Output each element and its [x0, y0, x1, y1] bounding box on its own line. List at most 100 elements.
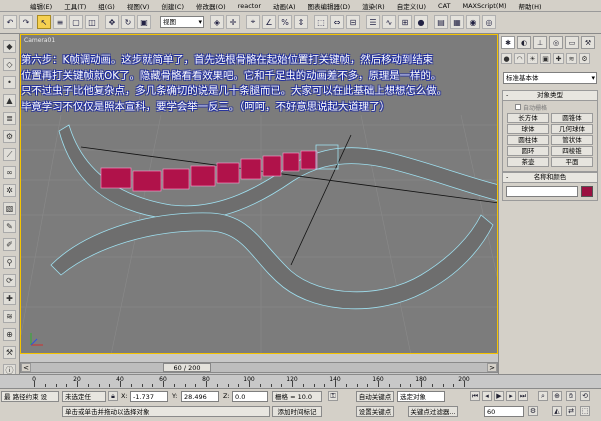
poly-tool-icon[interactable]: ◆ [3, 40, 16, 53]
schematic-view-icon[interactable]: ⊞ [398, 15, 412, 29]
render-frame-icon[interactable]: ▦ [450, 15, 464, 29]
edge-tool-icon[interactable]: ◇ [3, 58, 16, 71]
walkthrough-icon[interactable]: ⇄ [566, 406, 576, 416]
chain-tool-icon[interactable]: ∞ [3, 166, 16, 179]
x-coord-field[interactable]: -1.737 [130, 391, 168, 402]
snap-toggle-icon[interactable]: ⌖ [246, 15, 260, 29]
render-setup-icon[interactable]: ▤ [434, 15, 448, 29]
menu-customize[interactable]: 自定义(U) [397, 1, 426, 11]
menu-create[interactable]: 创建(C) [161, 1, 184, 11]
layer-tool-icon[interactable]: ≣ [3, 112, 16, 125]
time-config-icon[interactable]: ⚙ [528, 406, 538, 416]
redo-icon[interactable]: ↷ [19, 15, 33, 29]
object-name-input[interactable] [506, 186, 578, 197]
maximize-viewport-icon[interactable]: ⬚ [580, 406, 590, 416]
menu-maxscript[interactable]: MAXScript(M) [463, 2, 507, 10]
space-warps-icon[interactable]: ≋ [566, 53, 577, 64]
selected-objects-dropdown[interactable]: 选定对象 [397, 391, 445, 402]
system-icon[interactable]: ⊕ [3, 328, 16, 341]
undo-icon[interactable]: ↶ [3, 15, 17, 29]
cameras-icon[interactable]: ▣ [540, 53, 551, 64]
field-of-view-icon[interactable]: ◭ [552, 406, 562, 416]
menu-cat[interactable]: CAT [438, 2, 450, 10]
menu-animation[interactable]: 动画(A) [273, 1, 296, 11]
current-frame-field[interactable]: 60 [484, 406, 524, 417]
orbit-icon[interactable]: ⟲ [580, 391, 590, 401]
name-color-header[interactable]: - 名称和颜色 [503, 173, 597, 183]
menu-tools[interactable]: 工具(T) [64, 1, 86, 11]
select-manipulate-icon[interactable]: ✛ [226, 15, 240, 29]
curve-editor-icon[interactable]: ∿ [382, 15, 396, 29]
render-last-icon[interactable]: ◎ [482, 15, 496, 29]
hierarchy-tab-icon[interactable]: ⊥ [533, 36, 547, 49]
geometry-icon[interactable]: ● [501, 53, 512, 64]
sphere-button[interactable]: 球体 [507, 124, 549, 134]
go-to-end-icon[interactable]: ⏭ [518, 391, 528, 401]
next-frame-icon[interactable]: ▸ [506, 391, 516, 401]
hierarchy-icon[interactable]: ⚲ [3, 256, 16, 269]
display-tab-icon[interactable]: ▭ [565, 36, 579, 49]
helper-icon[interactable]: ✚ [3, 292, 16, 305]
brush-icon[interactable]: ✎ [3, 220, 16, 233]
motion-tab-icon[interactable]: ◎ [549, 36, 563, 49]
box-button[interactable]: 长方体 [507, 113, 549, 123]
create-tab-icon[interactable]: ✱ [501, 36, 515, 49]
helpers-icon[interactable]: ✚ [553, 53, 564, 64]
menu-reactor[interactable]: reactor [238, 2, 261, 10]
gear-icon[interactable]: ⚙ [3, 130, 16, 143]
pyramid-button[interactable]: 四棱锥 [551, 146, 593, 156]
geosphere-button[interactable]: 几何球体 [551, 124, 593, 134]
settings-icon[interactable]: ✲ [3, 184, 16, 197]
auto-key-button[interactable]: 自动关键点 [356, 391, 394, 402]
vertex-tool-icon[interactable]: • [3, 76, 16, 89]
add-time-tag-button[interactable]: 添加时间标记 [272, 406, 322, 417]
plane-button[interactable]: 平面 [551, 157, 593, 167]
modify-tab-icon[interactable]: ◐ [517, 36, 531, 49]
window-crossing-icon[interactable]: ◫ [85, 15, 99, 29]
menu-edit[interactable]: 编辑(E) [30, 1, 52, 11]
zoom-all-icon[interactable]: ⊕ [552, 391, 562, 401]
object-type-header[interactable]: - 对象类型 [503, 91, 597, 101]
percent-snap-icon[interactable]: % [278, 15, 292, 29]
bone-tool-icon[interactable]: ⟋ [3, 148, 16, 161]
space-warp-icon[interactable]: ≋ [3, 310, 16, 323]
z-coord-field[interactable]: 0.0 [232, 391, 268, 402]
menu-group[interactable]: 组(G) [98, 1, 115, 11]
time-slider-thumb[interactable]: 60 / 200 [163, 363, 211, 372]
track-bar[interactable]: 0 20 40 60 80 100 120 140 160 180 200 [0, 374, 601, 389]
layer-manager-icon[interactable]: ☰ [366, 15, 380, 29]
object-color-swatch[interactable] [581, 186, 593, 197]
utility-icon[interactable]: ⚒ [3, 346, 16, 359]
angle-snap-icon[interactable]: ∠ [262, 15, 276, 29]
material-editor-icon[interactable]: ● [414, 15, 428, 29]
cylinder-button[interactable]: 圆柱体 [507, 135, 549, 145]
mirror-icon[interactable]: ⇔ [330, 15, 344, 29]
region-select-icon[interactable]: ▢ [69, 15, 83, 29]
select-by-name-icon[interactable]: ≡ [53, 15, 67, 29]
key-filters-button[interactable]: 关键点过滤器... [408, 406, 458, 417]
camera-viewport[interactable]: Camera01 第六步：K帧调动画。这步就简单了，首先选根骨骼在起始位置打关键… [20, 34, 498, 354]
menu-rendering[interactable]: 渲染(R) [362, 1, 385, 11]
select-object-icon[interactable]: ↖ [37, 15, 51, 29]
motion-icon[interactable]: ⟳ [3, 274, 16, 287]
chevron-right-icon[interactable]: > [487, 363, 497, 372]
play-icon[interactable]: ▶ [494, 391, 504, 401]
cone-button[interactable]: 圆锥体 [551, 113, 593, 123]
rotate-icon[interactable]: ↻ [121, 15, 135, 29]
pivot-icon[interactable]: ◈ [210, 15, 224, 29]
set-key-button[interactable]: 设置关键点 [356, 406, 394, 417]
lights-icon[interactable]: ☀ [527, 53, 538, 64]
y-coord-field[interactable]: 28.496 [181, 391, 219, 402]
go-to-start-icon[interactable]: ⏮ [470, 391, 480, 401]
utilities-tab-icon[interactable]: ⚒ [581, 36, 595, 49]
lock-icon[interactable]: 🔒︎ [108, 391, 118, 401]
maxscript-listener[interactable]: 最 路径约束 设 [1, 391, 59, 402]
shapes-icon[interactable]: ◠ [514, 53, 525, 64]
scale-icon[interactable]: ▣ [137, 15, 151, 29]
align-icon[interactable]: ⊟ [346, 15, 360, 29]
chevron-left-icon[interactable]: < [21, 363, 31, 372]
primitive-category-dropdown[interactable]: 标准基本体 [503, 72, 597, 84]
menu-views[interactable]: 视图(V) [127, 1, 150, 11]
autogrid-checkbox[interactable]: 自动栅格 [503, 101, 597, 112]
move-icon[interactable]: ✥ [105, 15, 119, 29]
